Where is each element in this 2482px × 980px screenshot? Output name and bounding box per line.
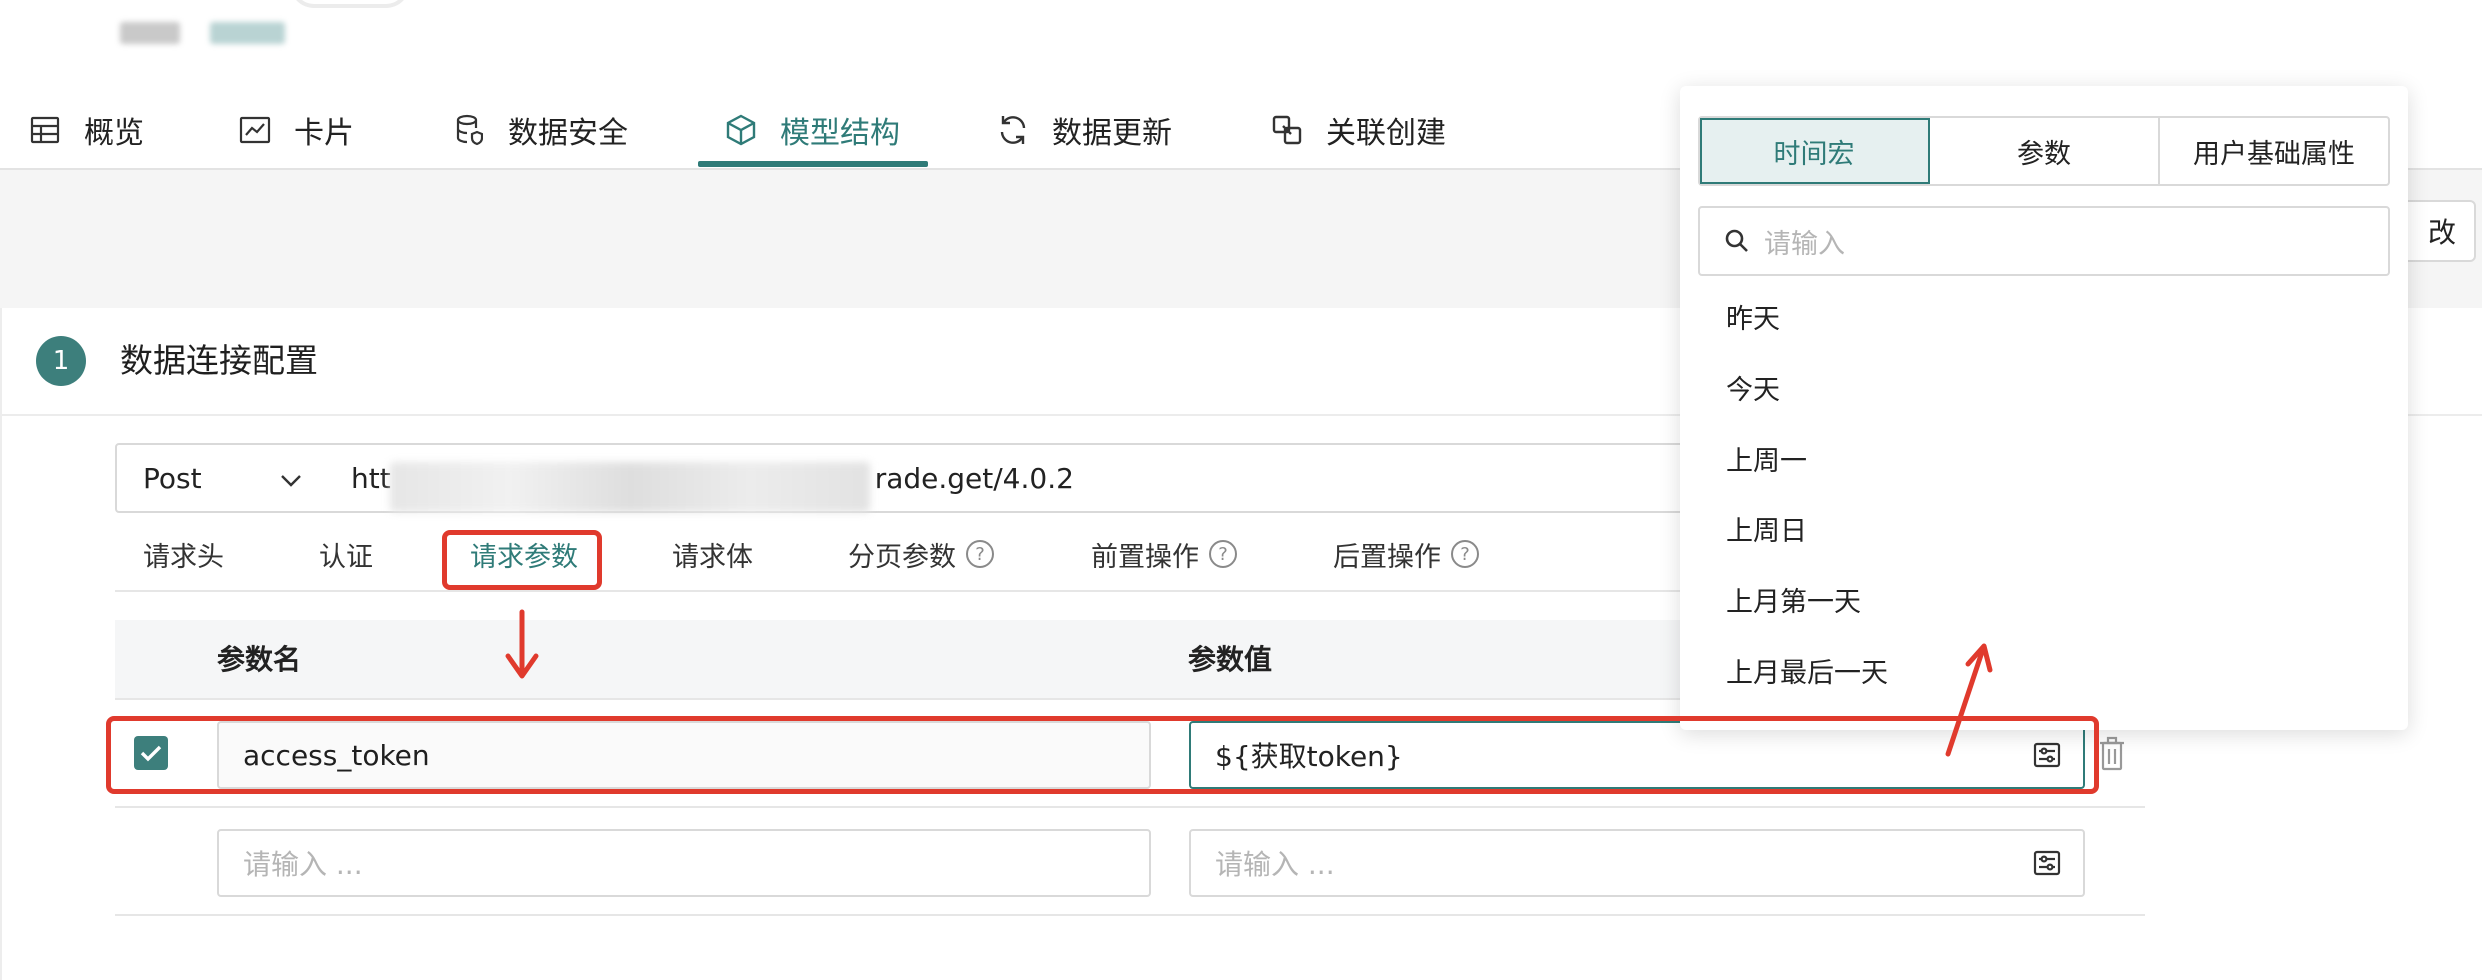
edit-button-label: 改 (2427, 216, 2456, 249)
url-prefix: htt (351, 461, 391, 495)
subtab-auth[interactable]: 认证 (319, 530, 373, 578)
tab-model-structure[interactable]: 模型结构 (724, 92, 900, 168)
subtab-label: 前置操作 (1091, 541, 1199, 573)
tab-label: 数据更新 (1052, 116, 1172, 151)
tab-label: 概览 (84, 116, 144, 151)
popup-search-placeholder: 请输入 (1764, 228, 1845, 260)
variable-picker-popup: 时间宏 参数 用户基础属性 请输入 昨天 今天 上周一 上周日 上月第一天 上月… (1680, 86, 2408, 730)
blurred-breadcrumb (210, 22, 285, 44)
link-icon (1270, 113, 1304, 147)
macro-option[interactable]: 上周一 (1726, 442, 1807, 482)
macro-option[interactable]: 今天 (1726, 371, 1780, 411)
tab-overview[interactable]: 概览 (28, 92, 144, 168)
chevron-down-icon (279, 467, 303, 500)
segment-time-macro[interactable]: 时间宏 (1700, 118, 1930, 184)
new-param-value-input[interactable]: 请输入 ... (1189, 829, 2085, 897)
tab-label: 关联创建 (1326, 116, 1446, 151)
subtab-post-operation[interactable]: 后置操作? (1333, 530, 1479, 578)
help-icon[interactable]: ? (1451, 540, 1479, 568)
annotation-box-request-params (442, 530, 602, 590)
subtab-pre-operation[interactable]: 前置操作? (1091, 530, 1237, 578)
help-icon[interactable]: ? (966, 540, 994, 568)
section-title: 数据连接配置 (120, 341, 318, 380)
tab-label: 数据安全 (508, 116, 628, 151)
active-tab-indicator (698, 161, 928, 167)
variable-picker-icon[interactable] (2033, 849, 2061, 877)
url-redaction-blur (390, 462, 870, 512)
tab-label: 模型结构 (780, 116, 900, 151)
help-icon[interactable]: ? (1209, 540, 1237, 568)
tab-data-update[interactable]: 数据更新 (996, 92, 1172, 168)
macro-option[interactable]: 上周日 (1726, 512, 1807, 552)
tab-data-security[interactable]: 数据安全 (452, 92, 628, 168)
tab-cards[interactable]: 卡片 (238, 92, 354, 168)
table-icon (28, 113, 62, 147)
cube-icon (724, 113, 758, 147)
new-param-name-input[interactable]: 请输入 ... (217, 829, 1151, 897)
row-divider (115, 914, 2145, 916)
column-header-param-value: 参数值 (1188, 643, 1273, 676)
http-method-select[interactable]: Post (115, 443, 327, 513)
subtab-label: 认证 (319, 541, 373, 573)
subtab-body[interactable]: 请求体 (672, 530, 753, 578)
blurred-breadcrumb (120, 22, 180, 44)
param-value-placeholder: 请输入 ... (1215, 848, 1335, 881)
chart-icon (238, 113, 272, 147)
refresh-icon (996, 113, 1030, 147)
subtab-label: 分页参数 (848, 541, 956, 573)
header-decoration (290, 0, 410, 8)
step-number-badge: 1 (36, 336, 86, 386)
annotation-box-param-row (106, 716, 2099, 794)
subtab-label: 请求头 (143, 541, 224, 573)
url-suffix: rade.get/4.0.2 (874, 461, 1074, 495)
tab-link-create[interactable]: 关联创建 (1270, 92, 1446, 168)
macro-option[interactable]: 上月最后一天 (1726, 654, 1888, 694)
variable-type-segmented: 时间宏 参数 用户基础属性 (1698, 116, 2390, 186)
search-icon (1725, 229, 1748, 252)
subtab-label: 请求体 (672, 541, 753, 573)
macro-option[interactable]: 上月第一天 (1726, 583, 1861, 623)
subtab-headers[interactable]: 请求头 (143, 530, 224, 578)
row-divider (115, 806, 2145, 808)
param-name-placeholder: 请输入 ... (243, 848, 363, 881)
tab-label: 卡片 (294, 116, 354, 151)
subtab-label: 后置操作 (1333, 541, 1441, 573)
segment-params[interactable]: 参数 (1930, 118, 2160, 184)
delete-row-icon[interactable] (2098, 736, 2126, 772)
segment-user-attributes[interactable]: 用户基础属性 (2160, 118, 2388, 184)
subtab-pagination[interactable]: 分页参数? (848, 530, 994, 578)
macro-option[interactable]: 昨天 (1726, 300, 1780, 340)
http-method-value: Post (143, 461, 202, 495)
database-icon (452, 113, 486, 147)
column-header-param-name: 参数名 (217, 643, 302, 676)
popup-search-input[interactable]: 请输入 (1698, 206, 2390, 276)
